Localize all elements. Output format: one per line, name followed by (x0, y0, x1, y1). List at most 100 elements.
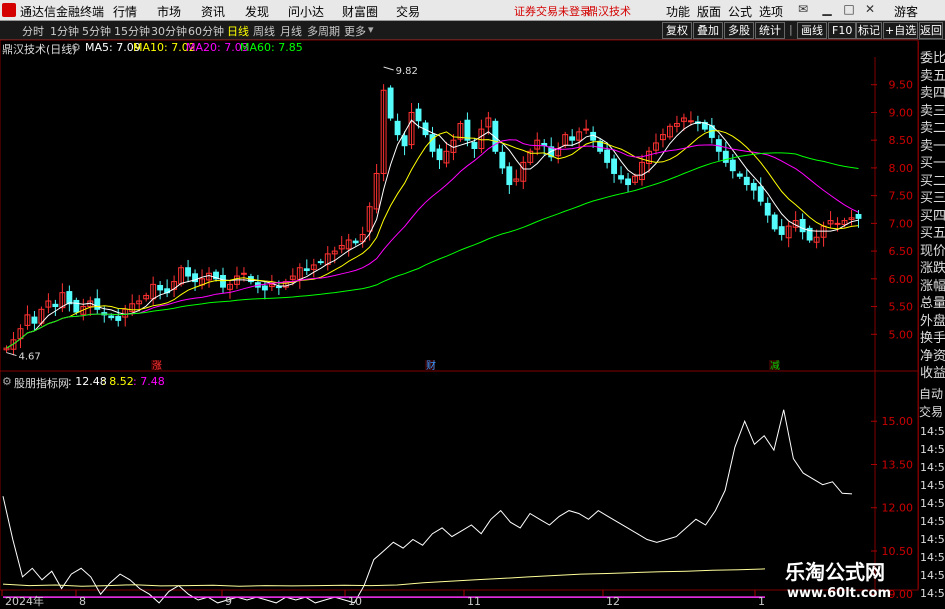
candle-body (352, 240, 359, 244)
candle-body (240, 272, 247, 275)
event-marker: 涨 (152, 360, 162, 372)
candle-body (499, 151, 506, 169)
candle-body (729, 159, 736, 172)
low-label: 4.67 (18, 352, 40, 363)
candle-body (834, 222, 841, 225)
candle-body (618, 175, 625, 180)
date-tick-label: 12 (606, 595, 620, 608)
date-tick-label: 1 (758, 595, 765, 608)
side-time: 14:56 (920, 533, 945, 546)
price-tick-label: 5.50 (889, 301, 914, 314)
side-label: 收益 (920, 366, 945, 381)
candle-body (275, 286, 282, 289)
candle-body (625, 178, 631, 186)
candle-body (799, 218, 806, 233)
date-tick-label: 9 (225, 595, 232, 608)
candle-body (108, 315, 115, 319)
price-tick-label: 7.00 (889, 217, 914, 230)
price-tick-label: 8.50 (889, 134, 914, 147)
price-tick-label: 9.50 (889, 79, 914, 92)
high-label: 9.82 (396, 66, 418, 77)
event-marker: 财 (426, 359, 436, 372)
chart-canvas[interactable]: 9.82 4.67 涨 财 减 5.00 5.50 6.00 6.50 7.00 7.50 8.00… (0, 0, 945, 609)
low-pointer (6, 352, 17, 357)
sub-tick-label: 13.50 (882, 458, 914, 471)
side-label: 外盘 (920, 313, 945, 329)
candle-body (261, 285, 268, 291)
watermark-url: www.60lt.com (787, 586, 892, 601)
side-time: 14:56 (920, 461, 945, 474)
price-tick-label: 9.00 (889, 106, 914, 119)
side-label: 卖四 (920, 86, 945, 101)
date-tick-label: 8 (79, 595, 86, 608)
price-tick-label: 7.50 (889, 190, 914, 203)
candle-body (583, 128, 590, 131)
candle-body (303, 268, 310, 272)
side-time: 14:56 (920, 497, 945, 510)
side-time: 14:56 (920, 515, 945, 528)
price-tick-label: 6.50 (889, 245, 914, 258)
candle-body (687, 120, 694, 123)
candle-body (464, 119, 471, 141)
candle-body (157, 284, 164, 291)
candle-body (387, 87, 394, 119)
side-label: 涨幅 (920, 278, 945, 294)
watermark: 乐淘公式网 www.60lt.com (785, 556, 920, 606)
side-time: 14:56 (920, 551, 945, 564)
candle-body (394, 120, 401, 136)
sub-indicator-chart (2, 409, 853, 604)
side-label: 总量 (920, 296, 945, 311)
candle-body (569, 136, 576, 141)
candle-body (750, 182, 757, 191)
candle-body (778, 226, 785, 235)
watermark-title: 乐淘公式网 (785, 560, 885, 584)
candle-body (736, 173, 743, 177)
side-label: 委比 (920, 51, 945, 66)
sub-line-yellow (2, 568, 766, 587)
high-pointer (383, 66, 394, 71)
side-label: 卖三 (920, 103, 945, 119)
side-button[interactable]: 交易 (919, 403, 943, 420)
candle-body (66, 291, 73, 305)
candle-body (317, 261, 324, 264)
candle-body (436, 148, 443, 161)
side-label: 卖一 (920, 138, 945, 154)
date-tick-label: 2024年 (5, 594, 44, 608)
sub-tick-label: 12.00 (882, 502, 914, 515)
side-label: 买二 (920, 173, 945, 189)
side-time: 14:56 (920, 587, 945, 600)
candle-body (855, 213, 862, 219)
candle-body (415, 108, 422, 122)
candle-body (722, 150, 729, 163)
candle-body (771, 214, 778, 230)
date-tick-label: 10 (348, 595, 362, 608)
ma60-line (6, 152, 859, 349)
candle-body (185, 267, 192, 277)
quote-side-panel: 委比 卖五 卖四 卖三 卖二 卖一 买一 买二 买三 买四 买五 现价 涨跌 涨幅 总量 外盘 换手 净资 收益 自动… (918, 41, 945, 600)
candle-body (401, 135, 408, 147)
side-label: 现价 (920, 243, 945, 259)
chart-frame (0, 39, 919, 591)
side-label: 买一 (920, 156, 945, 171)
sub-tick-label: 15.00 (882, 415, 914, 428)
side-label: 净资 (920, 348, 945, 364)
candle-body (52, 303, 59, 308)
candle-body (764, 202, 771, 216)
side-time: 14:56 (920, 569, 945, 582)
candle-body (115, 316, 122, 321)
candle-body (743, 176, 750, 186)
side-time: 14:56 (920, 479, 945, 492)
candle-body (31, 316, 38, 324)
candle-body (506, 166, 513, 186)
price-tick-label: 8.00 (889, 162, 914, 175)
side-label: 买三 (920, 191, 945, 206)
side-label: 买四 (920, 208, 945, 224)
side-label: 换手 (920, 331, 945, 346)
side-label: 卖五 (920, 68, 945, 84)
side-button[interactable]: 自动 (919, 385, 943, 402)
candle-body (94, 298, 101, 310)
side-time: 14:56 (920, 425, 945, 438)
candle-body (73, 299, 80, 313)
candle-body (757, 186, 764, 202)
main-kline-chart: 9.82 4.67 涨 财 减 (3, 66, 862, 372)
